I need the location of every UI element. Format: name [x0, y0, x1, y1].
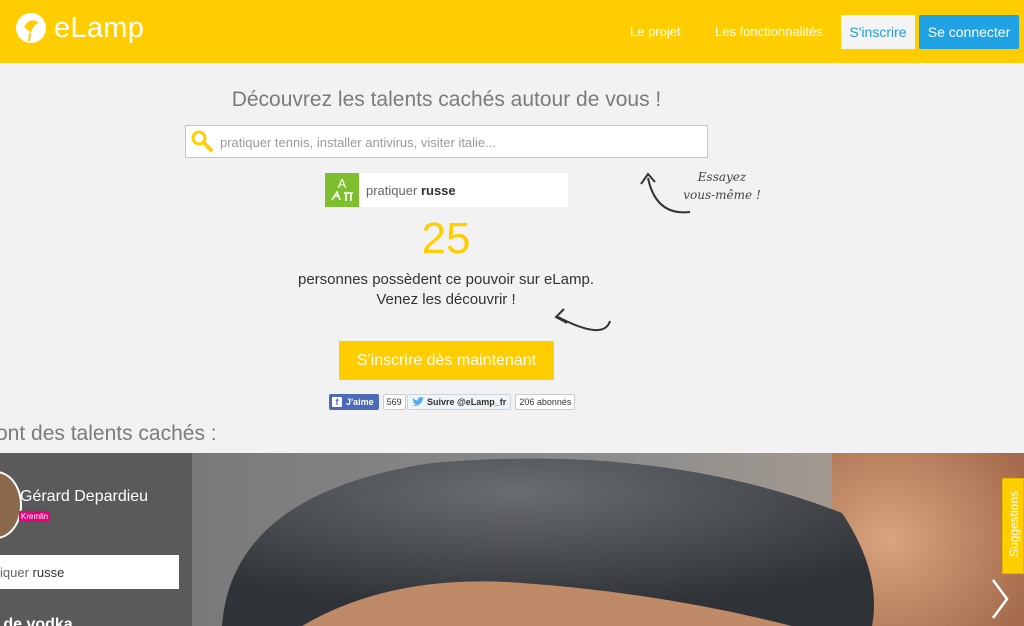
twitter-follow-button[interactable]: Suivre @eLamp_fr: [407, 394, 512, 410]
search-input[interactable]: [218, 126, 702, 159]
person-skill-value: russe: [32, 565, 65, 580]
twitter-follow-widget[interactable]: Suivre @eLamp_fr 206 abonnés: [407, 394, 576, 410]
person-skill-card[interactable]: iquer russe: [0, 555, 179, 589]
skill-chip-prefix: pratiquer: [366, 183, 418, 198]
login-button[interactable]: Se connecter: [919, 15, 1019, 49]
nav-link-projet[interactable]: Le projet: [630, 24, 681, 39]
person-skill-prefix: iquer: [0, 565, 29, 580]
nav-link-fonctionnalites[interactable]: Les fonctionnalités: [715, 24, 823, 39]
talent-count: 25: [421, 214, 471, 263]
svg-text:A: A: [338, 176, 347, 191]
signup-cta-button[interactable]: S'inscrire dès maintenant: [339, 341, 554, 380]
translate-icon: A: [325, 173, 359, 207]
twitter-follower-count: 206 abonnés: [515, 394, 576, 410]
signup-button[interactable]: S'inscrire: [841, 15, 915, 49]
search-box[interactable]: [185, 125, 708, 159]
facebook-icon: f: [332, 397, 342, 407]
section-title: ont des talents cachés :: [0, 422, 217, 445]
suggestions-tab[interactable]: Suggestions: [1002, 478, 1024, 574]
suggestions-label: Suggestions: [1007, 490, 1021, 558]
showcase-side-photo: [0, 453, 192, 626]
skill-chip-value: russe: [420, 183, 456, 198]
logo[interactable]: eLamp: [14, 10, 144, 46]
logo-text: eLamp: [54, 11, 145, 44]
person-badge: Kremlin: [19, 511, 51, 522]
facebook-like-button[interactable]: f J'aime: [329, 394, 379, 410]
twitter-bird-icon: [412, 397, 424, 406]
search-icon: [191, 130, 213, 152]
facebook-like-widget[interactable]: f J'aime 569: [329, 394, 406, 410]
chevron-right-icon[interactable]: [988, 576, 1012, 622]
arrow-curve-icon: [554, 308, 611, 332]
celebrity-photo: [192, 453, 1024, 626]
talent-showcase-carousel: Gérard Depardieu Kremlin iquer russe e d…: [0, 453, 1024, 626]
hero-headline: Découvrez les talents cachés autour de v…: [231, 88, 662, 111]
person-talent-text: e de vodka: [0, 616, 73, 626]
arrow-curve-icon: [640, 172, 691, 214]
person-skill-text: iquer russe: [0, 565, 64, 580]
person-name[interactable]: Gérard Depardieu: [20, 488, 148, 506]
count-description: personnes possèdent ce pouvoir sur eLamp…: [246, 270, 646, 310]
facebook-like-label: J'aime: [346, 397, 374, 407]
count-line1: personnes possèdent ce pouvoir sur eLamp…: [297, 271, 594, 288]
facebook-like-count: 569: [382, 394, 406, 410]
twitter-follow-label: Suivre @eLamp_fr: [427, 397, 507, 407]
lamp-bulb-icon: [16, 13, 46, 43]
top-navbar: eLamp Le projet Les fonctionnalités S'in…: [0, 0, 1024, 63]
skill-example-chip: A pratiquer russe: [325, 173, 568, 207]
skill-chip-text: pratiquer russe: [366, 183, 456, 198]
